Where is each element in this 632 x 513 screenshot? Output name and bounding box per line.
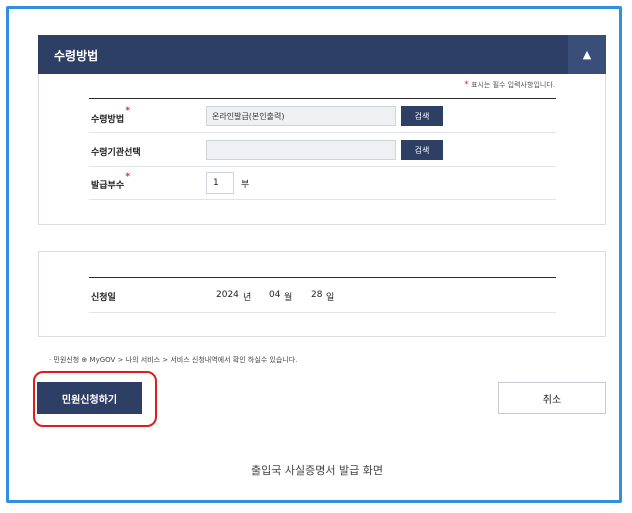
date-year: 2024	[216, 290, 239, 300]
search-button-label: 검색	[414, 145, 430, 155]
date-year-unit: 년	[243, 293, 252, 303]
method-search-button[interactable]: 검색	[401, 106, 443, 126]
section-title: 수령방법	[54, 49, 99, 63]
row-divider	[89, 166, 556, 167]
agency-field[interactable]	[206, 140, 396, 160]
date-month: 04	[269, 290, 281, 300]
method-label: 수령방법 *	[91, 106, 130, 125]
row-divider	[89, 132, 556, 133]
apply-button[interactable]: 민원신청하기	[37, 382, 142, 414]
caption: 출입국 사실증명서 발급 화면	[251, 464, 383, 477]
copies-value: 1	[213, 178, 219, 188]
receipt-method-section: 수령방법 ▲ * 표시는 필수 입력사항입니다. 수령방법 * 온라인발급(본인…	[38, 35, 606, 225]
collapse-button[interactable]: ▲	[568, 35, 606, 74]
required-note-text: 표시는 필수 입력사항입니다.	[471, 81, 555, 89]
date-month-unit: 월	[284, 293, 293, 303]
required-star: *	[125, 106, 131, 116]
section-header: 수령방법 ▲	[38, 35, 606, 74]
table-top-border	[89, 98, 556, 99]
agency-search-button[interactable]: 검색	[401, 140, 443, 160]
chevron-up-icon: ▲	[582, 48, 592, 61]
application-date-section: 신청일 2024 년 04 월 28 일	[38, 251, 606, 337]
screenshot-frame: 수령방법 ▲ * 표시는 필수 입력사항입니다. 수령방법 * 온라인발급(본인…	[6, 6, 622, 503]
table-top-border	[89, 277, 556, 278]
copies-label-text: 발급부수	[91, 181, 125, 191]
notice-text: · 민원신청 ⊕ MyGOV > 나의 서비스 > 서비스 신청내역에서 확인 …	[49, 356, 298, 364]
required-star: *	[125, 172, 131, 182]
apply-button-label: 민원신청하기	[61, 394, 118, 406]
cancel-button[interactable]: 취소	[498, 382, 606, 414]
copies-label: 발급부수 *	[91, 172, 130, 191]
cancel-button-label: 취소	[542, 394, 562, 406]
required-star: *	[464, 80, 469, 90]
date-day: 28	[311, 290, 323, 300]
method-field[interactable]: 온라인발급(본인출력)	[206, 106, 396, 126]
date-label: 신청일	[91, 293, 116, 303]
date-day-unit: 일	[326, 293, 335, 303]
method-value: 온라인발급(본인출력)	[212, 112, 285, 121]
copies-input[interactable]: 1	[206, 172, 234, 194]
required-note: * 표시는 필수 입력사항입니다.	[464, 80, 555, 90]
search-button-label: 검색	[414, 111, 430, 121]
method-label-text: 수령방법	[91, 115, 125, 125]
row-divider	[89, 199, 556, 200]
agency-label: 수령기관선택	[91, 148, 141, 158]
row-divider	[89, 312, 556, 313]
copies-unit: 부	[241, 180, 250, 190]
